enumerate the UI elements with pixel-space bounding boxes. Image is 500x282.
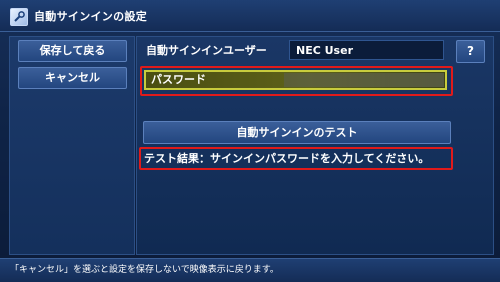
- title-bar: 自動サインインの設定: [0, 0, 500, 32]
- save-and-return-button[interactable]: 保存して戻る: [18, 40, 127, 62]
- password-field[interactable]: パスワード: [144, 70, 447, 90]
- status-hint: 「キャンセル」を選ぶと設定を保存しないで映像表示に戻ります。: [10, 265, 279, 275]
- cancel-button[interactable]: キャンセル: [18, 67, 127, 89]
- wrench-settings-icon: [10, 8, 28, 26]
- password-input-area[interactable]: [284, 73, 444, 87]
- status-bar: 「キャンセル」を選ぶと設定を保存しないで映像表示に戻ります。: [0, 258, 500, 282]
- test-auto-signin-button[interactable]: 自動サインインのテスト: [143, 121, 451, 144]
- left-panel: 保存して戻る キャンセル: [9, 36, 135, 255]
- password-label: パスワード: [151, 73, 206, 86]
- settings-window: 自動サインインの設定 保存して戻る キャンセル 自動サインインユーザー NEC …: [0, 0, 500, 282]
- help-button[interactable]: ?: [456, 40, 485, 63]
- test-result-text: テスト結果：サインインパスワードを入力してください。: [144, 152, 430, 165]
- window-title: 自動サインインの設定: [34, 10, 147, 23]
- auto-signin-user-label: 自動サインインユーザー: [146, 44, 267, 57]
- auto-signin-user-field[interactable]: NEC User: [289, 40, 444, 60]
